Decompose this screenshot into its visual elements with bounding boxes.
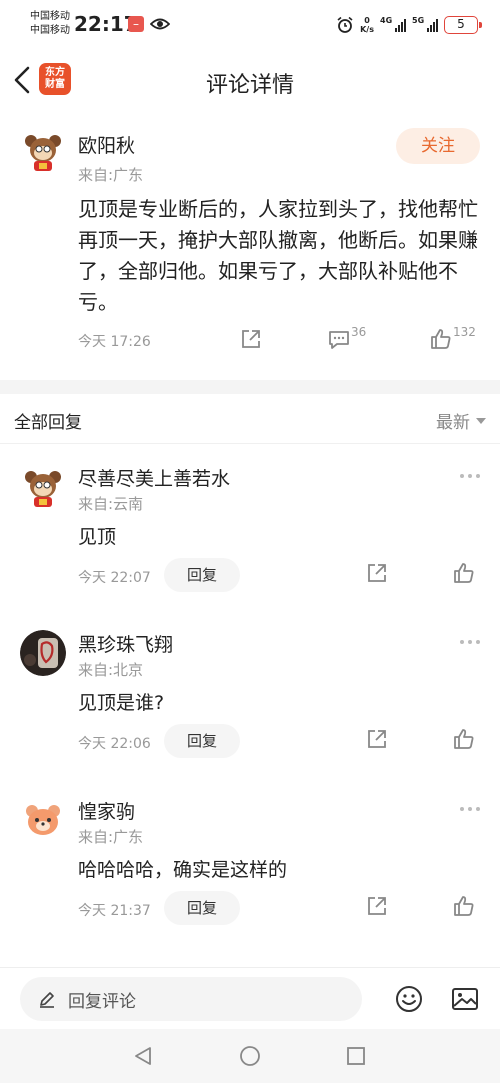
avatar[interactable] <box>20 464 66 510</box>
more-options-icon[interactable] <box>460 807 480 811</box>
avatar[interactable] <box>20 797 66 843</box>
thumbs-up-icon[interactable] <box>453 562 475 584</box>
net-label-1: 4G <box>380 16 393 25</box>
reply-time: 今天 21:37 <box>78 903 151 919</box>
share-icon[interactable] <box>366 562 388 584</box>
reply-input-placeholder: 回复评论 <box>68 991 136 1012</box>
mascot-avatar-icon <box>20 128 66 174</box>
share-icon[interactable] <box>366 728 388 750</box>
main-comment: 欧阳秋 来自:广东 关注 见顶是专业断后的，人家拉到头了，找他帮忙再顶一天，掩护… <box>0 112 500 380</box>
share-icon <box>242 330 260 348</box>
avatar[interactable] <box>20 128 66 174</box>
reply-text: 哈哈哈哈，确实是这样的 <box>78 859 288 881</box>
title-bar: 东方 财富 评论详情 <box>0 50 500 110</box>
alarm-icon <box>337 16 353 33</box>
reply-time: 今天 22:07 <box>78 570 151 586</box>
network-speed: 0 K/s <box>360 16 374 34</box>
emoji-icon[interactable] <box>394 984 424 1014</box>
reply-text: 见顶 <box>78 526 117 548</box>
bear-avatar-icon <box>20 797 66 843</box>
like-button[interactable]: 132 <box>430 325 476 350</box>
system-nav-bar <box>0 1029 500 1083</box>
sort-label: 最新 <box>436 413 470 433</box>
reply-location: 来自:北京 <box>78 661 144 679</box>
sort-dropdown[interactable]: 最新 <box>436 408 486 433</box>
comment-count-button[interactable]: 36 <box>328 325 367 350</box>
reply-time: 今天 22:06 <box>78 736 151 752</box>
notification-icon: – <box>128 16 144 32</box>
eye-icon <box>150 18 170 30</box>
status-bar: 中国移动 中国移动 22:17 – 0 K/s 4G 5G 5 <box>0 0 500 50</box>
reply-author[interactable]: 尽善尽美上善若水 <box>78 464 230 491</box>
speed-unit: K/s <box>360 25 374 34</box>
battery-indicator: 5 <box>444 16 482 34</box>
carrier-1: 中国移动 <box>30 11 70 22</box>
reply-button[interactable]: 回复 <box>164 891 240 925</box>
signal-5g-icon: 5G <box>412 16 438 34</box>
mascot-avatar-icon <box>20 464 66 510</box>
comment-author[interactable]: 欧阳秋 <box>78 131 135 158</box>
thumbs-up-icon[interactable] <box>453 895 475 917</box>
comment-icon <box>329 331 349 349</box>
replies-header: 全部回复 最新 <box>0 394 500 444</box>
comment-time: 今天 17:26 <box>78 334 151 350</box>
share-icon[interactable] <box>366 895 388 917</box>
caret-down-icon <box>476 417 486 424</box>
more-options-icon[interactable] <box>460 474 480 478</box>
carrier-labels: 中国移动 中国移动 <box>30 10 70 38</box>
like-count: 132 <box>453 325 476 339</box>
replies-title: 全部回复 <box>14 413 82 433</box>
share-button[interactable] <box>240 328 262 350</box>
signal-4g-icon: 4G <box>380 16 406 34</box>
avatar[interactable] <box>20 630 66 676</box>
image-icon[interactable] <box>450 984 480 1014</box>
comment-content: 见顶是专业断后的，人家拉到头了，找他帮忙再顶一天，掩护大部队撤离，他断后。如果赚… <box>78 197 478 314</box>
reply-text: 见顶是谁? <box>78 692 165 714</box>
reply-location: 来自:广东 <box>78 828 144 846</box>
pencil-icon <box>40 992 54 1008</box>
speed-value: 0 <box>364 16 370 25</box>
reply-item: 黑珍珠飞翔 来自:北京 见顶是谁? 今天 22:06 回复 <box>0 612 500 778</box>
reply-input[interactable]: 回复评论 <box>20 977 362 1021</box>
follow-button[interactable]: 关注 <box>396 128 480 164</box>
reply-button[interactable]: 回复 <box>164 724 240 758</box>
reply-item: 尽善尽美上善若水 来自:云南 见顶 今天 22:07 回复 <box>0 446 500 612</box>
photo-avatar-icon <box>20 630 66 676</box>
status-right: 0 K/s 4G 5G 5 <box>336 14 482 36</box>
reply-item: 惶家驹 来自:广东 哈哈哈哈，确实是这样的 今天 21:37 回复 <box>0 779 500 945</box>
reply-location: 来自:云南 <box>78 495 144 513</box>
more-options-icon[interactable] <box>460 640 480 644</box>
net-label-2: 5G <box>412 16 425 25</box>
reply-author[interactable]: 惶家驹 <box>78 797 135 824</box>
comment-count: 36 <box>351 325 367 339</box>
nav-back-icon[interactable] <box>132 1045 154 1067</box>
reply-button[interactable]: 回复 <box>164 558 240 592</box>
nav-recent-icon[interactable] <box>345 1045 367 1067</box>
thumbs-up-icon[interactable] <box>453 728 475 750</box>
section-divider <box>0 380 500 394</box>
comment-location: 来自:广东 <box>78 166 144 184</box>
nav-home-icon[interactable] <box>239 1045 261 1067</box>
page-title: 评论详情 <box>205 73 294 98</box>
carrier-2: 中国移动 <box>30 25 70 36</box>
reply-author[interactable]: 黑珍珠飞翔 <box>78 630 173 657</box>
thumbs-up-icon <box>431 329 451 349</box>
reply-input-bar: 回复评论 <box>0 967 500 1029</box>
